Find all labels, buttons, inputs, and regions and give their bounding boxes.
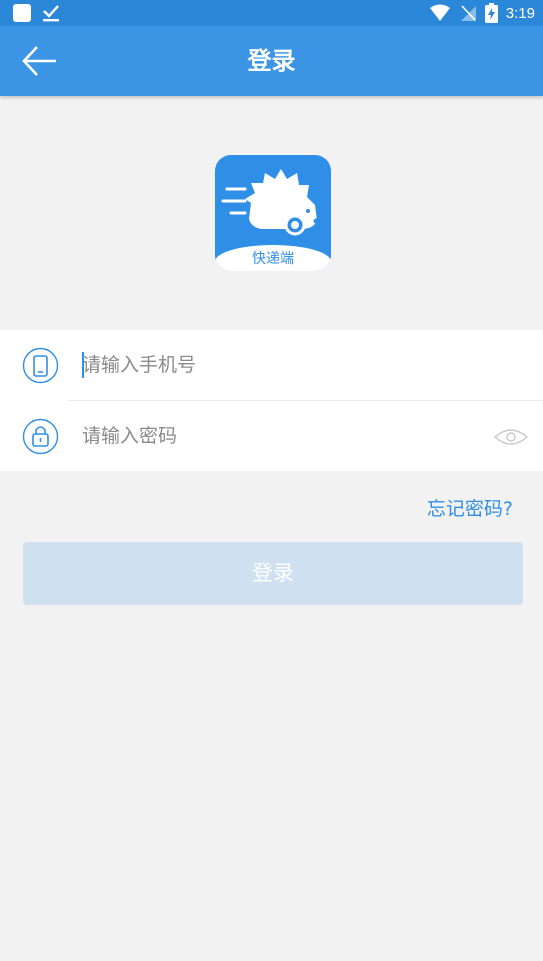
page-title: 登录 [247,47,296,75]
password-row [0,401,543,471]
eye-icon[interactable] [493,425,529,449]
wifi-icon [429,4,450,21]
battery-charging-icon [484,3,498,23]
app-bar: 登录 [0,26,543,96]
back-button[interactable] [20,43,60,79]
phone-row [0,330,543,400]
logo-text: 快递端 [252,251,294,267]
lock-icon [22,418,59,455]
arrow-left-icon [22,46,56,76]
phone-icon [22,347,59,384]
text-caret [82,352,84,378]
login-form [0,330,543,471]
no-sim-icon [460,5,476,21]
login-button[interactable]: 登录 [23,542,523,605]
password-input[interactable] [82,419,462,453]
phone-input[interactable] [82,348,462,382]
app-square-icon [13,4,31,22]
forgot-password-link[interactable]: 忘记密码? [427,494,513,521]
status-time: 3:19 [505,4,535,22]
app-logo: 快递端 [215,155,331,271]
checkbox-icon [43,5,59,22]
status-bar: 3:19 [0,0,543,26]
